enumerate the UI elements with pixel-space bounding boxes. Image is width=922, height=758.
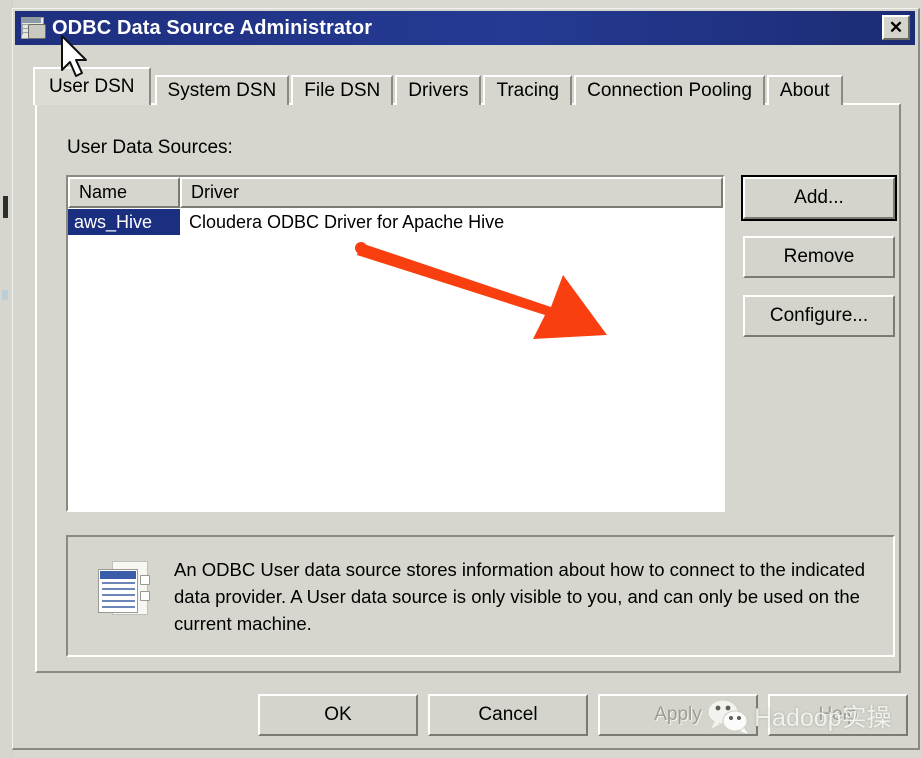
info-description-text: An ODBC User data source stores informat… (174, 559, 866, 634)
tab-tracing[interactable]: Tracing (483, 75, 573, 105)
ok-button[interactable]: OK (258, 694, 418, 736)
tab-about[interactable]: About (766, 75, 843, 105)
odbc-admin-window: ODBC Data Source Administrator ✕ User Da… (12, 8, 920, 750)
user-dsn-listview[interactable]: Name Driver aws_Hive Cloudera ODBC Drive… (66, 175, 725, 512)
configure-button[interactable]: Configure... (743, 295, 895, 337)
titlebar: ODBC Data Source Administrator ✕ (15, 11, 915, 45)
user-data-sources-label: User Data Sources: (67, 137, 233, 158)
dsn-name-cell[interactable]: aws_Hive (68, 209, 180, 235)
remove-button[interactable]: Remove (743, 236, 895, 278)
column-header-name[interactable]: Name (68, 177, 180, 208)
cancel-button[interactable]: Cancel (428, 694, 588, 736)
odbc-database-icon (19, 16, 46, 40)
close-icon[interactable]: ✕ (882, 15, 910, 40)
table-row[interactable]: aws_Hive Cloudera ODBC Driver for Apache… (68, 208, 723, 236)
tab-system-dsn[interactable]: System DSN (154, 75, 290, 105)
tab-user-dsn[interactable]: User DSN (33, 67, 151, 105)
data-source-document-icon (98, 561, 150, 619)
tab-page-user-dsn: User Data Sources: Name Driver aws_Hive … (35, 103, 901, 673)
column-header-driver[interactable]: Driver (180, 177, 723, 208)
tab-strip: User DSN System DSN File DSN Drivers Tra… (33, 67, 845, 105)
listview-header: Name Driver (68, 177, 723, 208)
help-button[interactable]: Help (768, 694, 908, 736)
info-groupbox: An ODBC User data source stores informat… (66, 535, 895, 657)
tab-connection-pooling[interactable]: Connection Pooling (574, 75, 765, 105)
desktop-artifact (3, 196, 8, 218)
dsn-driver-cell: Cloudera ODBC Driver for Apache Hive (189, 211, 505, 232)
screen: ODBC Data Source Administrator ✕ User Da… (0, 0, 922, 758)
tab-file-dsn[interactable]: File DSN (291, 75, 394, 105)
window-title: ODBC Data Source Administrator (52, 16, 373, 39)
desktop-artifact (2, 290, 8, 300)
add-button[interactable]: Add... (741, 175, 897, 221)
tab-drivers[interactable]: Drivers (395, 75, 482, 105)
apply-button: Apply (598, 694, 758, 736)
